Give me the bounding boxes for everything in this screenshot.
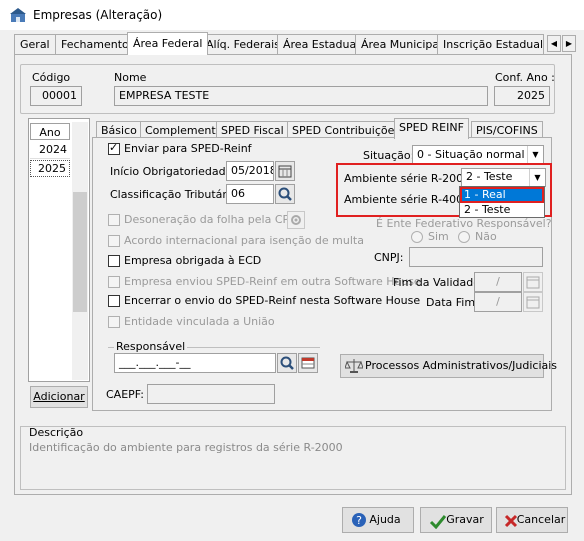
tab-fechamento[interactable]: Fechamento bbox=[55, 34, 135, 54]
main-tabs: Geral Fechamento Área Federal Alíq. Fede… bbox=[0, 32, 584, 55]
tab-sped-contribuicoes[interactable]: SPED Contribuições bbox=[287, 121, 406, 138]
tab-basico[interactable]: Básico bbox=[96, 121, 142, 138]
gravar-button[interactable]: Gravar bbox=[420, 507, 492, 533]
description-label: Descrição bbox=[29, 426, 84, 439]
tab-sped-reinf[interactable]: SPED REINF bbox=[394, 118, 469, 139]
tab-inscricao-estadual[interactable]: Inscrição Estadual S bbox=[437, 34, 544, 54]
tab-geral[interactable]: Geral bbox=[14, 34, 56, 54]
situacao-select[interactable]: 0 - Situação normal ▼ bbox=[412, 145, 544, 165]
caepf-label: CAEPF: bbox=[106, 388, 144, 401]
description-group bbox=[20, 426, 566, 490]
app-icon bbox=[10, 8, 26, 22]
help-icon: ? bbox=[352, 513, 366, 527]
processos-button[interactable]: Processos Administrativos/Judiciais bbox=[340, 354, 557, 378]
tab-pis-cofins[interactable]: PIS/COFINS bbox=[471, 121, 543, 138]
dropdown-option-teste[interactable]: 2 - Teste bbox=[461, 203, 543, 217]
codigo-field: 00001 bbox=[30, 86, 82, 106]
enviar-reinf-label: Enviar para SPED-Reinf bbox=[124, 142, 252, 155]
cancelar-button[interactable]: Cancelar bbox=[496, 507, 568, 533]
fim-validade-label: Fim da Validade: bbox=[393, 276, 484, 289]
table-icon[interactable] bbox=[298, 353, 318, 373]
nome-field: EMPRESA TESTE bbox=[114, 86, 488, 106]
nao-radio[interactable] bbox=[458, 231, 470, 243]
cancelar-label: Cancelar bbox=[516, 513, 566, 526]
inicio-field[interactable]: 05/2018 bbox=[226, 161, 274, 181]
ajuda-label: Ajuda bbox=[369, 513, 401, 526]
desoneracao-checkbox[interactable] bbox=[108, 214, 120, 226]
calendar-icon[interactable] bbox=[523, 292, 543, 312]
situacao-label: Situação: bbox=[363, 149, 415, 162]
ente-federativo-label: É Ente Federativo Responsável? bbox=[376, 217, 552, 230]
nao-label: Não bbox=[475, 230, 497, 243]
data-fim-field[interactable]: / bbox=[474, 292, 522, 312]
scale-icon bbox=[345, 359, 363, 373]
scrollbar-thumb[interactable] bbox=[73, 192, 87, 312]
tab-area-federal[interactable]: Área Federal bbox=[127, 32, 209, 55]
responsavel-label: Responsável bbox=[114, 340, 188, 353]
acordo-checkbox[interactable] bbox=[108, 235, 120, 247]
tab-sped-fiscal[interactable]: SPED Fiscal bbox=[216, 121, 289, 138]
situacao-value: 0 - Situação normal bbox=[417, 148, 525, 161]
enviar-reinf-checkbox[interactable] bbox=[108, 141, 120, 155]
desoneracao-label: Desoneração da folha pela CPRB bbox=[124, 213, 305, 226]
encerrar-label: Encerrar o envio do SPED-Reinf nesta Sof… bbox=[124, 294, 421, 307]
title-bar: Empresas (Alteração) bbox=[0, 0, 584, 30]
cnpj-label: CNPJ: bbox=[374, 251, 404, 264]
ecd-checkbox[interactable] bbox=[108, 255, 120, 267]
outra-software-label: Empresa enviou SPED-Reinf em outra Softw… bbox=[124, 275, 421, 288]
gravar-label: Gravar bbox=[446, 513, 484, 526]
tab-area-municipal[interactable]: Área Municipal bbox=[355, 34, 449, 54]
outra-software-checkbox[interactable] bbox=[108, 276, 120, 288]
description-text: Identificação do ambiente para registros… bbox=[29, 441, 343, 454]
close-icon bbox=[504, 514, 518, 528]
classificacao-field[interactable]: 06 bbox=[226, 184, 274, 204]
gear-icon[interactable] bbox=[287, 211, 305, 229]
ajuda-button[interactable]: ? Ajuda bbox=[342, 507, 414, 533]
year-item[interactable]: 2024 bbox=[30, 142, 70, 159]
inicio-label: Início Obrigatoriedade: bbox=[110, 165, 237, 178]
window-title: Empresas (Alteração) bbox=[33, 8, 163, 22]
tab-aliq-federais[interactable]: Alíq. Federais bbox=[200, 34, 286, 54]
sim-radio[interactable] bbox=[411, 231, 423, 243]
calendar-icon[interactable] bbox=[275, 161, 295, 181]
encerrar-checkbox[interactable] bbox=[108, 295, 120, 307]
ecd-label: Empresa obrigada à ECD bbox=[124, 254, 262, 267]
responsavel-field[interactable]: ___.___.___-__ bbox=[114, 353, 276, 373]
tab-scroll-right-icon[interactable]: ▶ bbox=[562, 35, 576, 52]
search-icon[interactable] bbox=[277, 353, 297, 373]
nome-label: Nome bbox=[114, 71, 147, 84]
chevron-down-icon[interactable]: ▼ bbox=[527, 146, 543, 164]
search-icon[interactable] bbox=[275, 184, 295, 204]
year-item[interactable]: 2025 bbox=[30, 160, 70, 177]
years-scrollbar[interactable] bbox=[72, 122, 88, 380]
fim-validade-field[interactable]: / bbox=[474, 272, 522, 292]
tab-scroll-left-icon[interactable]: ◀ bbox=[547, 35, 561, 52]
entidade-label: Entidade vinculada a União bbox=[124, 315, 275, 328]
cnpj-field[interactable] bbox=[409, 247, 543, 267]
conf-ano-field: 2025 bbox=[494, 86, 550, 106]
r2000-dropdown-list: 1 - Real 2 - Teste bbox=[459, 186, 545, 218]
tab-area-estadual[interactable]: Área Estadual bbox=[277, 34, 366, 54]
conf-ano-label: Conf. Ano : bbox=[495, 71, 555, 84]
dropdown-option-real[interactable]: 1 - Real bbox=[460, 187, 544, 203]
entidade-checkbox[interactable] bbox=[108, 316, 120, 328]
codigo-label: Código bbox=[32, 71, 71, 84]
processos-label: Processos Administrativos/Judiciais bbox=[365, 359, 558, 372]
acordo-label: Acordo internacional para isenção de mul… bbox=[124, 234, 364, 247]
classificacao-label: Classificação Tributária: bbox=[110, 188, 241, 201]
checkmark-icon bbox=[429, 515, 447, 529]
years-header: Ano bbox=[30, 123, 70, 140]
svg-text:?: ? bbox=[356, 514, 362, 527]
sim-label: Sim bbox=[428, 230, 449, 243]
calendar-icon[interactable] bbox=[523, 272, 543, 292]
tab-complemento[interactable]: Complemento bbox=[140, 121, 228, 138]
data-fim-label: Data Fim: bbox=[426, 296, 479, 309]
caepf-field[interactable] bbox=[147, 384, 275, 404]
adicionar-button[interactable]: Adicionar bbox=[30, 386, 88, 408]
